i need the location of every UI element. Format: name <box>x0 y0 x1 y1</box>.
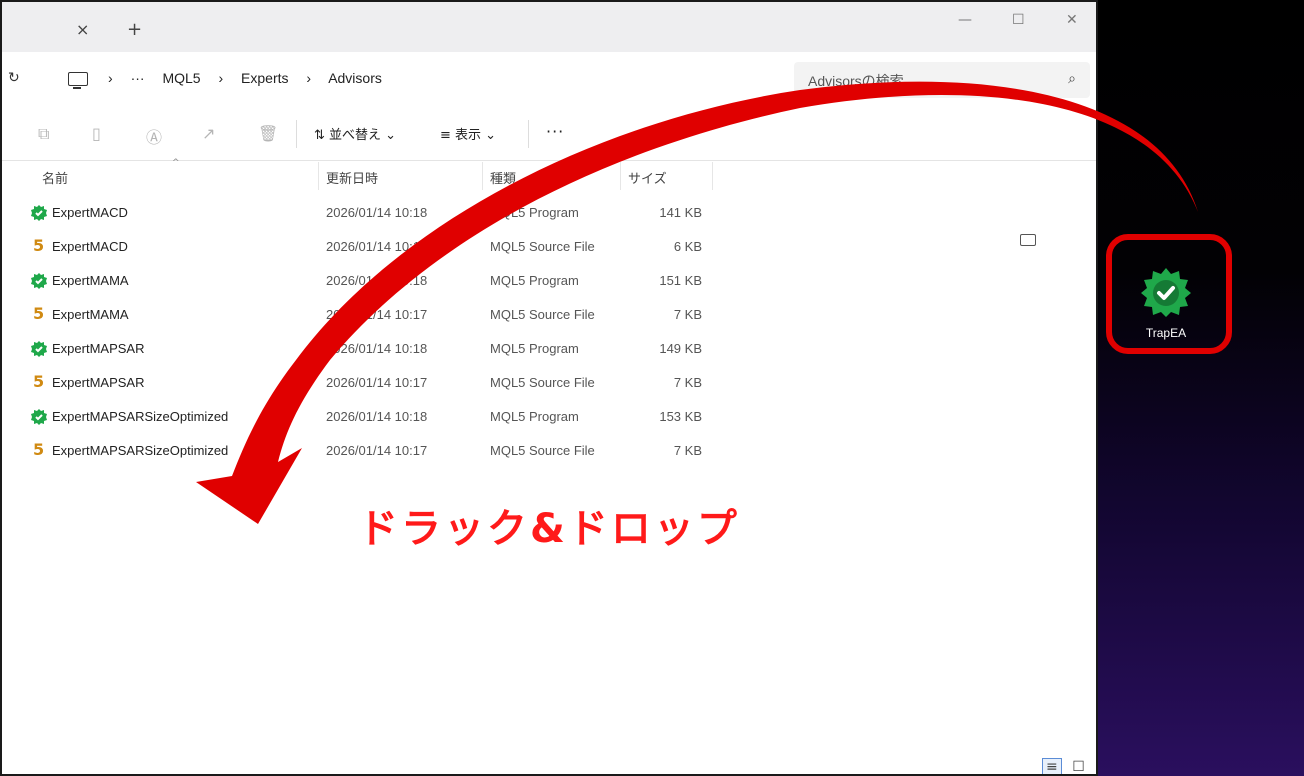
column-header-size[interactable]: サイズ <box>628 168 667 187</box>
file-size: 6 KB <box>673 239 702 254</box>
file-type: MQL5 Source File <box>490 443 595 458</box>
file-explorer-window: × + — ☐ ✕ ↻ › ··· MQL5 › Experts › Advis… <box>0 0 1098 776</box>
breadcrumb-overflow-icon[interactable]: ··· <box>131 70 145 86</box>
file-row[interactable]: ExpertMAMA 2026/01/14 10:18 MQL5 Program 15… <box>2 264 722 298</box>
column-header-type[interactable]: 種類 <box>490 168 516 187</box>
share-icon[interactable]: ↗ <box>202 124 215 143</box>
file-size: 7 KB <box>673 375 702 390</box>
file-date: 2026/01/14 10:18 <box>326 341 428 356</box>
maximize-icon[interactable]: ☐ <box>1012 10 1025 30</box>
rename-icon[interactable]: Ⓐ <box>146 124 162 148</box>
breadcrumb-mql5[interactable]: MQL5 <box>162 70 200 86</box>
file-size: 153 KB <box>659 409 702 424</box>
column-divider[interactable] <box>620 162 621 190</box>
file-size: 7 KB <box>673 307 702 322</box>
view-button[interactable]: ≡ 表示 ⌄ <box>440 124 496 143</box>
mql5-program-icon <box>31 273 47 289</box>
file-type: MQL5 Program <box>490 273 579 288</box>
minimize-icon[interactable]: — <box>958 10 972 30</box>
breadcrumb-experts[interactable]: Experts <box>241 70 288 86</box>
search-input[interactable]: Advisorsの検索 ⌕ <box>794 62 1090 98</box>
desktop-background <box>1098 0 1304 776</box>
mql5-program-icon <box>31 205 47 221</box>
file-type: MQL5 Program <box>490 409 579 424</box>
file-size: 149 KB <box>659 341 702 356</box>
column-header-date[interactable]: 更新日時 <box>326 168 378 187</box>
file-date: 2026/01/14 10:18 <box>326 409 428 424</box>
command-bar: ⧉ ▯ Ⓐ ↗ 🗑 ⇅ 並べ替え ⌄ ≡ 表示 ⌄ ··· <box>2 108 1096 246</box>
breadcrumb[interactable]: › ··· MQL5 › Experts › Advisors <box>108 70 396 86</box>
trapea-gear-icon[interactable] <box>1140 266 1192 318</box>
file-row[interactable]: 5 ExpertMACD 2026/01/14 10:17 MQL5 Source F… <box>2 230 722 264</box>
mql5-program-icon <box>31 341 47 357</box>
drag-and-drop-caption: ドラック&ドロップ <box>358 506 740 552</box>
close-icon[interactable]: ✕ <box>1066 10 1078 30</box>
breadcrumb-separator-icon: › <box>306 70 312 86</box>
file-date: 2026/01/14 10:17 <box>326 443 428 458</box>
file-name: ExpertMACD <box>52 205 128 220</box>
details-pane-icon[interactable] <box>1020 234 1036 246</box>
file-row[interactable]: 5 ExpertMAPSAR 2026/01/14 10:17 MQL5 Source… <box>2 366 722 400</box>
column-divider[interactable] <box>318 162 319 190</box>
file-row[interactable]: 5 ExpertMAMA 2026/01/14 10:17 MQL5 Source F… <box>2 298 722 332</box>
file-size: 141 KB <box>659 205 702 220</box>
delete-icon[interactable]: 🗑 <box>258 124 278 143</box>
file-name: ExpertMAPSAR <box>52 375 145 390</box>
file-date: 2026/01/14 10:17 <box>326 239 428 254</box>
file-row[interactable]: ExpertMAPSAR 2026/01/14 10:18 MQL5 Program… <box>2 332 722 366</box>
file-name: ExpertMACD <box>52 239 128 254</box>
mql5-program-icon <box>31 409 47 425</box>
file-type: MQL5 Source File <box>490 307 595 322</box>
file-name: ExpertMAMA <box>52 307 129 322</box>
file-date: 2026/01/14 10:18 <box>326 273 428 288</box>
column-divider[interactable] <box>482 162 483 190</box>
tiles-view-icon[interactable]: ☐ <box>1072 759 1085 774</box>
copy-icon[interactable]: ⧉ <box>38 124 49 144</box>
breadcrumb-separator-icon: › <box>218 70 224 86</box>
file-row[interactable]: 5 ExpertMAPSARSizeOptimized 2026/01/14 10:… <box>2 434 722 468</box>
breadcrumb-advisors[interactable]: Advisors <box>328 70 382 86</box>
file-type: MQL5 Source File <box>490 239 595 254</box>
file-type: MQL5 Program <box>490 205 579 220</box>
address-bar: ↻ › ··· MQL5 › Experts › Advisors Adviso… <box>2 52 1096 109</box>
mql5-source-icon: 5 <box>33 440 45 459</box>
file-size: 151 KB <box>659 273 702 288</box>
file-type: MQL5 Source File <box>490 375 595 390</box>
details-view-icon[interactable]: ≡ <box>1042 758 1062 774</box>
paste-icon[interactable]: ▯ <box>92 124 101 143</box>
mql5-source-icon: 5 <box>33 304 45 323</box>
mql5-source-icon: 5 <box>33 372 45 391</box>
file-row[interactable]: ExpertMAPSARSizeOptimized 2026/01/14 10:1… <box>2 400 722 434</box>
column-header-name[interactable]: 名前 <box>42 168 68 187</box>
sort-button[interactable]: ⇅ 並べ替え ⌄ <box>314 124 396 143</box>
refresh-icon[interactable]: ↻ <box>8 70 20 86</box>
search-placeholder: Advisorsの検索 <box>808 73 904 89</box>
file-row[interactable]: ExpertMACD 2026/01/14 10:18 MQL5 Program 14… <box>2 196 722 230</box>
file-name: ExpertMAPSAR <box>52 341 145 356</box>
file-date: 2026/01/14 10:17 <box>326 307 428 322</box>
new-tab-icon[interactable]: + <box>127 20 142 40</box>
desktop-icon-label[interactable]: TrapEA <box>1120 326 1212 340</box>
this-pc-icon[interactable] <box>68 72 88 89</box>
column-divider[interactable] <box>712 162 713 190</box>
file-name: ExpertMAPSARSizeOptimized <box>52 409 229 424</box>
view-toggle: ≡ ☐ <box>1042 758 1085 774</box>
file-type: MQL5 Program <box>490 341 579 356</box>
toolbar-divider <box>296 120 297 148</box>
toolbar-divider <box>528 120 529 148</box>
tab-close-icon[interactable]: × <box>76 20 89 40</box>
tab-bar: × + — ☐ ✕ <box>2 2 1096 52</box>
file-name: ExpertMAMA <box>52 273 129 288</box>
file-size: 7 KB <box>673 443 702 458</box>
mql5-source-icon: 5 <box>33 236 45 255</box>
more-options-icon[interactable]: ··· <box>546 122 564 141</box>
file-name: ExpertMAPSARSizeOptimized <box>52 443 229 458</box>
sort-indicator-icon: ^ <box>172 158 180 168</box>
file-date: 2026/01/14 10:18 <box>326 205 428 220</box>
file-date: 2026/01/14 10:17 <box>326 375 428 390</box>
search-icon[interactable]: ⌕ <box>1068 71 1076 87</box>
breadcrumb-separator-icon: › <box>108 70 113 86</box>
